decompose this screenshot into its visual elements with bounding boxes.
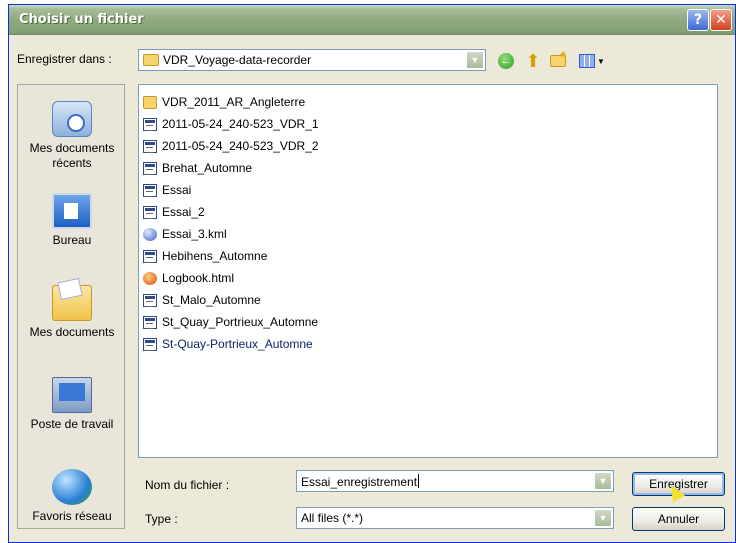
list-item[interactable]: Brehat_Automne (143, 159, 252, 177)
folder-icon (143, 95, 157, 109)
chevron-down-icon[interactable]: ▼ (594, 509, 612, 527)
filename-input[interactable]: Essai_enregistrement ▼ (296, 470, 614, 492)
save-in-value: VDR_Voyage-data-recorder (163, 53, 312, 67)
back-icon[interactable]: ← (496, 51, 516, 71)
file-icon (143, 117, 157, 131)
file-icon (143, 161, 157, 175)
file-name: VDR_2011_AR_Angleterre (162, 95, 306, 109)
filename-value: Essai_enregistrement (301, 475, 418, 489)
file-name: Essai_3.kml (162, 227, 227, 241)
file-icon (143, 205, 157, 219)
file-name: St-Quay-Portrieux_Automne (162, 337, 313, 351)
file-name: St_Quay_Portrieux_Automne (162, 315, 319, 329)
recent-documents-icon (52, 101, 92, 137)
cancel-button[interactable]: Annuler (632, 507, 725, 531)
place-desktop[interactable]: Bureau (18, 193, 126, 248)
place-my-documents[interactable]: Mes documents (18, 285, 126, 340)
up-folder-icon[interactable]: ⬆ (523, 51, 543, 71)
help-button[interactable]: ? (687, 9, 709, 31)
file-icon (143, 315, 157, 329)
list-item[interactable]: St_Quay_Portrieux_Automne (143, 313, 318, 331)
network-places-icon (52, 469, 92, 505)
place-recent-documents[interactable]: Mes documents récents (18, 101, 126, 171)
place-label: Mes documents (29, 325, 115, 339)
list-item[interactable]: Logbook.html (143, 269, 234, 287)
html-file-icon (143, 271, 157, 285)
list-item[interactable]: VDR_2011_AR_Angleterre (143, 93, 305, 111)
save-in-label: Enregistrer dans : (17, 52, 112, 66)
kml-file-icon (143, 227, 157, 241)
place-network[interactable]: Favoris réseau (18, 469, 126, 524)
file-name: St_Malo_Automne (162, 293, 261, 307)
place-label: Poste de travail (30, 417, 114, 431)
filename-label: Nom du fichier : (145, 478, 230, 492)
file-icon (143, 139, 157, 153)
place-label: Bureau (52, 233, 92, 247)
file-name: Brehat_Automne (162, 161, 253, 175)
list-item[interactable]: Essai_2 (143, 203, 205, 221)
save-in-dropdown[interactable]: VDR_Voyage-data-recorder ▼ (138, 49, 486, 71)
new-folder-icon[interactable]: ✷ (548, 50, 568, 71)
list-item-selected[interactable]: St-Quay-Portrieux_Automne (143, 335, 313, 353)
file-icon (143, 293, 157, 307)
dialog-title: Choisir un fichier (19, 12, 144, 27)
list-item[interactable]: Essai_3.kml (143, 225, 227, 243)
file-icon (143, 183, 157, 197)
desktop-icon (52, 193, 92, 229)
list-item[interactable]: Essai (143, 181, 191, 199)
file-icon (143, 337, 157, 351)
list-item[interactable]: 2011-05-24_240-523_VDR_1 (143, 115, 319, 133)
file-name: 2011-05-24_240-523_VDR_2 (162, 139, 319, 153)
place-my-computer[interactable]: Poste de travail (18, 377, 126, 432)
place-label: Mes documents récents (29, 141, 115, 170)
filetype-value: All files (*.*) (301, 511, 364, 525)
title-bar[interactable]: Choisir un fichier ? ✕ (9, 5, 735, 35)
list-item[interactable]: St_Malo_Automne (143, 291, 261, 309)
file-name: Logbook.html (162, 271, 235, 285)
my-documents-icon (52, 285, 92, 321)
file-name: Hebihens_Automne (162, 249, 268, 263)
file-list[interactable]: VDR_2011_AR_Angleterre 2011-05-24_240-52… (138, 84, 718, 458)
chevron-down-icon[interactable]: ▼ (594, 472, 612, 490)
file-name: Essai_2 (162, 205, 205, 219)
list-item[interactable]: Hebihens_Automne (143, 247, 267, 265)
close-button[interactable]: ✕ (710, 9, 732, 31)
places-bar: Mes documents récents Bureau Mes documen… (17, 84, 125, 529)
filetype-label: Type : (145, 512, 178, 526)
folder-icon (143, 54, 159, 66)
views-menu-icon[interactable]: ▼ (578, 51, 606, 71)
place-label: Favoris réseau (32, 509, 112, 523)
chevron-down-icon[interactable]: ▼ (466, 51, 484, 69)
file-name: Essai (162, 183, 192, 197)
filetype-dropdown[interactable]: All files (*.*) ▼ (296, 507, 614, 529)
my-computer-icon (52, 377, 92, 413)
list-item[interactable]: 2011-05-24_240-523_VDR_2 (143, 137, 319, 155)
file-icon (143, 249, 157, 263)
file-name: 2011-05-24_240-523_VDR_1 (162, 117, 319, 131)
